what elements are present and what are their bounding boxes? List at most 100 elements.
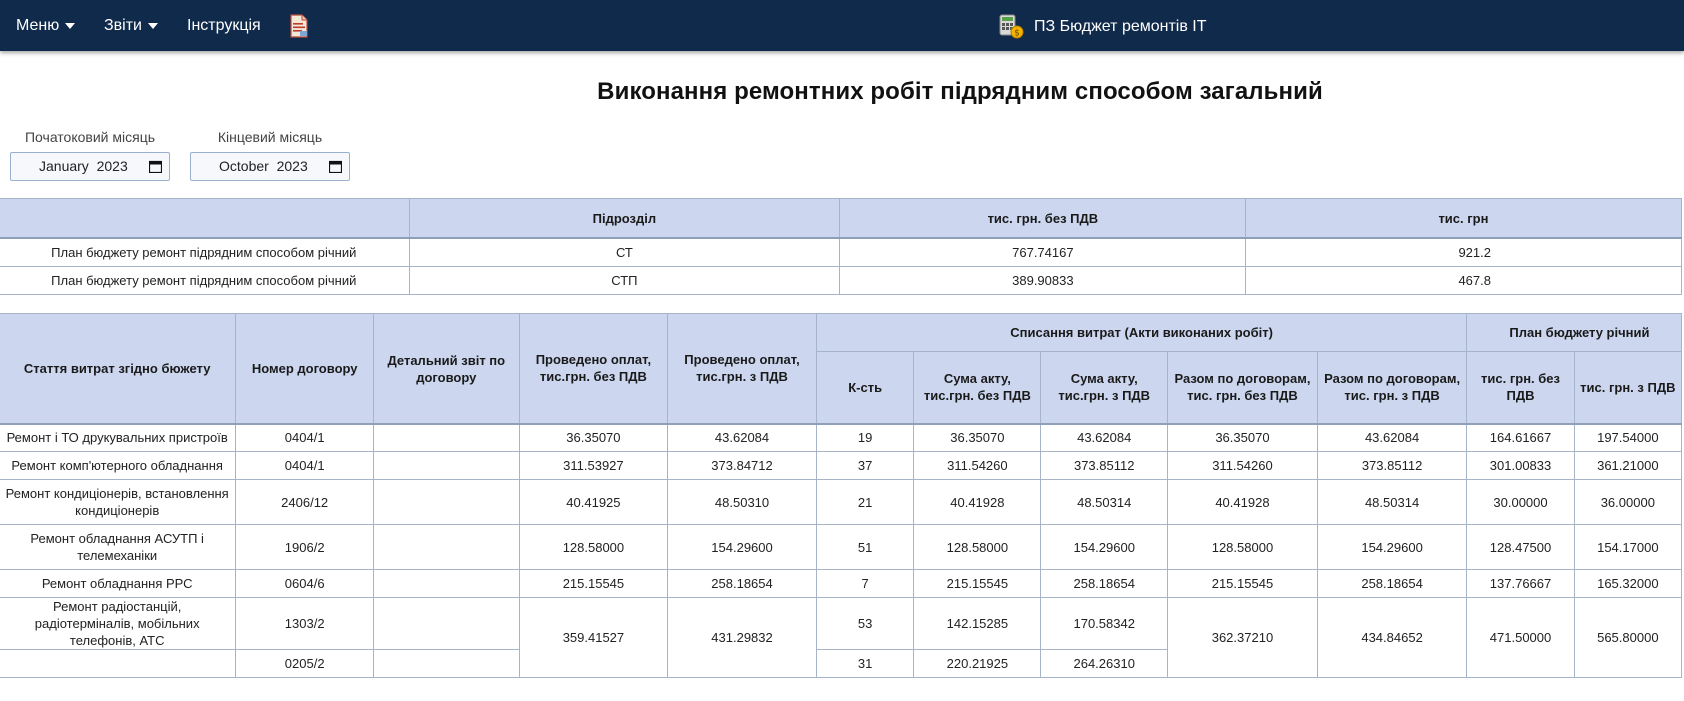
header-plan-vat: тис. грн. з ПДВ: [1573, 351, 1683, 425]
start-month-label: Початоковий місяць: [24, 129, 156, 145]
summary-header-row: Підрозділ тис. грн. без ПДВ тис. грн: [0, 198, 1682, 239]
cell-paid-no-vat: 36.35070: [518, 423, 669, 452]
cell-act-vat: 264.26310: [1040, 649, 1169, 678]
summary-cell: 389.90833: [839, 266, 1247, 295]
cell-contract: 0404/1: [235, 451, 374, 480]
cell-contract: 1303/2: [235, 597, 374, 650]
calendar-icon[interactable]: [329, 160, 342, 173]
summary-cell: СТП: [408, 266, 841, 295]
cell-plan-vat: 165.32000: [1573, 569, 1683, 598]
menu-label: Меню: [16, 17, 60, 34]
page-title: Виконання ремонтних робіт підрядним спос…: [597, 78, 1323, 105]
cell-paid-no-vat: 215.15545: [518, 569, 669, 598]
table-row: Ремонт комп'ютерного обладнання 0404/1 3…: [0, 451, 1683, 480]
header-contract-no: Номер договору: [235, 313, 374, 425]
cell-article: Ремонт радіостанцій, радіотерміналів, мо…: [0, 597, 237, 650]
cell-count: 53: [815, 597, 915, 650]
summary-cell: План бюджету ремонт підрядним способом р…: [0, 266, 410, 295]
svg-text:$: $: [1014, 29, 1020, 39]
budget-summary-table: Підрозділ тис. грн. без ПДВ тис. грн Пла…: [0, 198, 1682, 295]
instructions-link[interactable]: Інструкція: [187, 0, 261, 51]
cell-paid-vat: 373.84712: [667, 451, 817, 480]
pdf-document-icon[interactable]: [287, 14, 311, 38]
cell-paid-no-vat: 128.58000: [518, 524, 669, 570]
cell-paid-vat: 154.29600: [667, 524, 817, 570]
start-month-value: January 2023: [39, 158, 128, 174]
cell-act-no-vat: 128.58000: [913, 524, 1042, 570]
cell-article: Ремонт кондиціонерів, встановлення конди…: [0, 479, 237, 525]
cell-detail-link[interactable]: [372, 524, 520, 570]
cell-contract: 0604/6: [235, 569, 374, 598]
calendar-icon[interactable]: [149, 160, 162, 173]
start-month-input[interactable]: January 2023: [10, 152, 170, 181]
cell-detail-link[interactable]: [372, 423, 520, 452]
header-act-vat: Сума акту, тис.грн. з ПДВ: [1040, 351, 1169, 425]
cell-contract: 1906/2: [235, 524, 374, 570]
cell-plan-no-vat: 137.76667: [1466, 569, 1575, 598]
cell-detail-link[interactable]: [372, 597, 520, 650]
cell-act-vat: 170.58342: [1040, 597, 1169, 650]
end-month-label: Кінцевий місяць: [217, 129, 323, 145]
cell-detail-link[interactable]: [372, 649, 520, 678]
calculator-budget-icon: $: [999, 14, 1024, 39]
cell-count: 31: [815, 649, 915, 678]
cell-act-no-vat: 215.15545: [913, 569, 1042, 598]
summary-header-cell: тис. грн: [1245, 198, 1682, 239]
cell-total-vat: 154.29600: [1316, 524, 1468, 570]
summary-header-cell: [0, 198, 410, 239]
cell-total-no-vat: 362.37210: [1167, 597, 1318, 678]
end-month-input[interactable]: October 2023: [190, 152, 350, 181]
cell-total-no-vat: 128.58000: [1167, 524, 1318, 570]
cell-detail-link[interactable]: [372, 451, 520, 480]
header-act-no-vat: Сума акту, тис.грн. без ПДВ: [913, 351, 1042, 425]
cell-plan-vat: 197.54000: [1573, 423, 1683, 452]
cell-total-no-vat: 40.41928: [1167, 479, 1318, 525]
cell-paid-no-vat: 40.41925: [518, 479, 669, 525]
cell-total-vat: 48.50314: [1316, 479, 1468, 525]
summary-header-cell: Підрозділ: [408, 198, 841, 239]
cell-plan-no-vat: 301.00833: [1466, 451, 1575, 480]
cell-plan-no-vat: 128.47500: [1466, 524, 1575, 570]
top-navbar: Меню Звіти Інструкція $ ПЗ Бюджет ремонт…: [0, 0, 1684, 51]
cell-count: 19: [815, 423, 915, 452]
header-paid-no-vat: Проведено оплат, тис.грн. без ПДВ: [518, 313, 669, 425]
cell-article: Ремонт обладнання АСУТП і телемеханіки: [0, 524, 237, 570]
cell-act-vat: 154.29600: [1040, 524, 1169, 570]
cell-article: Ремонт обладнання РРС: [0, 569, 237, 598]
table-row: Ремонт радіостанцій, радіотерміналів, мо…: [0, 597, 1683, 678]
header-paid-vat: Проведено оплат, тис.грн. з ПДВ: [667, 313, 817, 425]
cell-contract: 0404/1: [235, 423, 374, 452]
main-header-row: Стаття витрат згідно бюжету Номер догово…: [0, 313, 1682, 425]
header-plan-no-vat: тис. грн. без ПДВ: [1466, 351, 1575, 425]
cell-act-vat: 43.62084: [1040, 423, 1169, 452]
cell-total-vat: 258.18654: [1316, 569, 1468, 598]
table-row: Ремонт і ТО друкувальних пристроїв 0404/…: [0, 423, 1683, 452]
cell-total-vat: 43.62084: [1316, 423, 1468, 452]
cell-paid-no-vat: 311.53927: [518, 451, 669, 480]
cell-total-no-vat: 215.15545: [1167, 569, 1318, 598]
menu-dropdown[interactable]: Меню: [16, 0, 76, 51]
header-count: К-сть: [815, 351, 915, 425]
cell-paid-vat: 431.29832: [667, 597, 817, 678]
cell-act-vat: 48.50314: [1040, 479, 1169, 525]
summary-cell: 921.2: [1245, 237, 1682, 267]
cell-detail-link[interactable]: [372, 479, 520, 525]
cell-detail-link[interactable]: [372, 569, 520, 598]
cell-paid-vat: 43.62084: [667, 423, 817, 452]
repair-works-table: Стаття витрат згідно бюжету Номер догово…: [0, 313, 1683, 678]
cell-count: 37: [815, 451, 915, 480]
summary-cell: План бюджету ремонт підрядним способом р…: [0, 237, 410, 267]
cell-total-vat: 434.84652: [1316, 597, 1468, 678]
cell-plan-no-vat: 164.61667: [1466, 423, 1575, 452]
caret-down-icon: [147, 22, 158, 29]
cell-plan-no-vat: 471.50000: [1466, 597, 1575, 678]
cell-act-no-vat: 142.15285: [913, 597, 1042, 650]
header-detail-report: Детальний звіт по договору: [372, 313, 520, 425]
cell-paid-vat: 258.18654: [667, 569, 817, 598]
cell-act-vat: 373.85112: [1040, 451, 1169, 480]
cell-count: 51: [815, 524, 915, 570]
cell-contract: 2406/12: [235, 479, 374, 525]
table-row: Ремонт кондиціонерів, встановлення конди…: [0, 479, 1683, 525]
cell-count: 21: [815, 479, 915, 525]
reports-dropdown[interactable]: Звіти: [104, 0, 158, 51]
